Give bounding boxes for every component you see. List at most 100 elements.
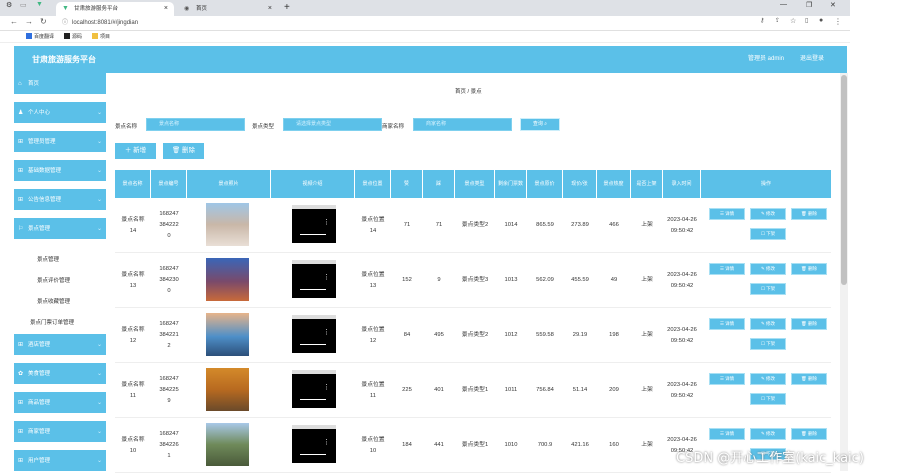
- table-row: 景点名称11 1682473842259 景点位置11 225 401 景点类型1 1011…: [115, 363, 831, 418]
- submenu-item[interactable]: 景点管理: [37, 255, 59, 263]
- video-progress[interactable]: [300, 344, 326, 345]
- scrollbar[interactable]: [840, 73, 848, 471]
- cell-likes: 152: [402, 277, 412, 283]
- close-tab-icon[interactable]: ×: [268, 2, 272, 16]
- cell-status: 上架: [641, 387, 653, 393]
- offshelf-button[interactable]: ☐ 下架: [750, 338, 786, 350]
- chevron-down-icon: ⌄: [96, 197, 102, 203]
- type-select[interactable]: 请选择景点类型: [283, 118, 382, 131]
- video-menu-icon[interactable]: ⋮: [323, 274, 330, 281]
- bookmark-item[interactable]: 源码: [64, 31, 82, 43]
- offshelf-button[interactable]: ☐ 下架: [750, 393, 786, 405]
- name-label: 景点名称: [115, 124, 138, 130]
- share-icon[interactable]: ⇪: [775, 17, 780, 24]
- delete-row-button[interactable]: 🗑 删除: [791, 318, 827, 330]
- reload-icon[interactable]: ↻: [40, 17, 47, 26]
- video-menu-icon[interactable]: ⋮: [323, 384, 330, 391]
- sidebar-menu-item[interactable]: ⚐ 景点管理 ⌄: [14, 218, 106, 240]
- new-tab-icon[interactable]: +: [284, 2, 290, 14]
- chevron-down-icon: ⌄: [96, 168, 102, 174]
- delete-row-button[interactable]: 🗑 删除: [791, 263, 827, 275]
- close-window-icon[interactable]: ✕: [830, 1, 836, 9]
- search-button[interactable]: 查询 ⌕: [520, 118, 560, 131]
- detail-button[interactable]: ☰ 详情: [709, 263, 745, 275]
- submenu-item[interactable]: 景点评价管理: [37, 276, 70, 284]
- logout-link[interactable]: 退出登录: [800, 46, 824, 73]
- bookmark-item[interactable]: 项目: [92, 31, 110, 43]
- delete-button[interactable]: 🗑 删除: [163, 143, 204, 159]
- video-top: [292, 425, 336, 429]
- cell-name: 景点名称12: [121, 326, 145, 344]
- restore-icon[interactable]: ❐: [806, 1, 812, 9]
- video-progress[interactable]: [300, 234, 326, 235]
- edit-button[interactable]: ✎ 修改: [750, 428, 786, 440]
- menu-dots-icon[interactable]: ⋮: [834, 17, 842, 26]
- merchant-input[interactable]: 商家名称: [413, 118, 512, 131]
- profile-icon[interactable]: ●: [819, 17, 823, 24]
- delete-row-button[interactable]: 🗑 删除: [791, 208, 827, 220]
- submenu-item[interactable]: 景点门票订单管理: [30, 318, 74, 326]
- sidebar-menu-item[interactable]: ✿ 美食管理 ⌄: [14, 363, 106, 385]
- detail-button[interactable]: ☰ 详情: [709, 208, 745, 220]
- tab-inactive[interactable]: ◉ 首页 ×: [178, 2, 278, 16]
- sidebar-menu-item[interactable]: ⊞ 商家管理 ⌄: [14, 421, 106, 443]
- key-icon[interactable]: ⚷: [760, 17, 764, 24]
- offshelf-button[interactable]: ☐ 下架: [750, 283, 786, 295]
- watermark: CSDN @开心工作室(kaic_kaic): [676, 451, 864, 466]
- sidebar-menu-item[interactable]: ♟ 个人中心 ⌄: [14, 102, 106, 124]
- submenu-item[interactable]: 景点收藏管理: [37, 297, 70, 305]
- bookmark-item[interactable]: 百度翻译: [26, 31, 54, 43]
- back-icon[interactable]: ←: [10, 17, 18, 26]
- sidepanel-icon[interactable]: ▯: [805, 17, 808, 24]
- url-field[interactable]: ⓘ localhost:8081/#/jingdian: [62, 17, 762, 29]
- sidebar-menu-item[interactable]: ⊞ 用户管理 ⌄: [14, 450, 106, 472]
- forward-icon[interactable]: →: [25, 17, 33, 26]
- video-player[interactable]: ⋮: [292, 370, 336, 408]
- cell-code: 1682473842259: [159, 376, 179, 404]
- video-player[interactable]: ⋮: [292, 425, 336, 463]
- button-icon: 🗑: [801, 321, 807, 326]
- edit-button[interactable]: ✎ 修改: [750, 208, 786, 220]
- tab-active[interactable]: ▼ 甘肃旅游服务平台 ×: [56, 2, 174, 16]
- menu-icon: ⊞: [18, 168, 24, 174]
- video-menu-icon[interactable]: ⋮: [323, 219, 330, 226]
- offshelf-button[interactable]: ☐ 下架: [750, 228, 786, 240]
- video-player[interactable]: ⋮: [292, 205, 336, 243]
- cell-location: 景点位置14: [361, 216, 385, 234]
- sidebar-menu-item[interactable]: ⊞ 商品管理 ⌄: [14, 392, 106, 414]
- button-icon: ✎: [760, 376, 765, 381]
- delete-row-button[interactable]: 🗑 删除: [791, 428, 827, 440]
- add-button[interactable]: ＋ 新增: [115, 143, 156, 159]
- detail-button[interactable]: ☰ 详情: [709, 373, 745, 385]
- cell-tickets: 1012: [504, 332, 518, 338]
- video-progress[interactable]: [300, 399, 326, 400]
- info-icon: ⓘ: [62, 20, 69, 26]
- video-menu-icon[interactable]: ⋮: [323, 329, 330, 336]
- video-player[interactable]: ⋮: [292, 260, 336, 298]
- star-icon[interactable]: ☆: [790, 17, 796, 25]
- button-icon: ☐: [760, 396, 765, 401]
- edit-button[interactable]: ✎ 修改: [750, 263, 786, 275]
- cell-dislikes: 401: [434, 387, 444, 393]
- tab-icon[interactable]: ▭: [20, 1, 27, 9]
- video-menu-icon[interactable]: ⋮: [323, 439, 330, 446]
- close-tab-icon[interactable]: ×: [164, 2, 168, 16]
- edit-button[interactable]: ✎ 修改: [750, 373, 786, 385]
- delete-row-button[interactable]: 🗑 删除: [791, 373, 827, 385]
- sidebar-menu-item[interactable]: ⊞ 管理员管理 ⌄: [14, 131, 106, 153]
- video-player[interactable]: ⋮: [292, 315, 336, 353]
- edit-button[interactable]: ✎ 修改: [750, 318, 786, 330]
- detail-button[interactable]: ☰ 详情: [709, 318, 745, 330]
- name-input[interactable]: 景点名称: [146, 118, 245, 131]
- scenic-photo: [206, 423, 249, 466]
- sidebar-menu-item[interactable]: ⌂ 首页: [14, 73, 106, 95]
- video-progress[interactable]: [300, 454, 326, 455]
- sidebar-menu-item[interactable]: ⊞ 公告信息管理 ⌄: [14, 189, 106, 211]
- sidebar-menu-item[interactable]: ⊞ 基础数据管理 ⌄: [14, 160, 106, 182]
- detail-button[interactable]: ☰ 详情: [709, 428, 745, 440]
- sidebar-menu-item[interactable]: ⊞ 酒店管理 ⌄: [14, 334, 106, 356]
- scrollbar-thumb[interactable]: [841, 75, 847, 285]
- video-progress[interactable]: [300, 289, 326, 290]
- cell-orig: 562.09: [536, 277, 554, 283]
- minimize-icon[interactable]: —: [780, 1, 787, 8]
